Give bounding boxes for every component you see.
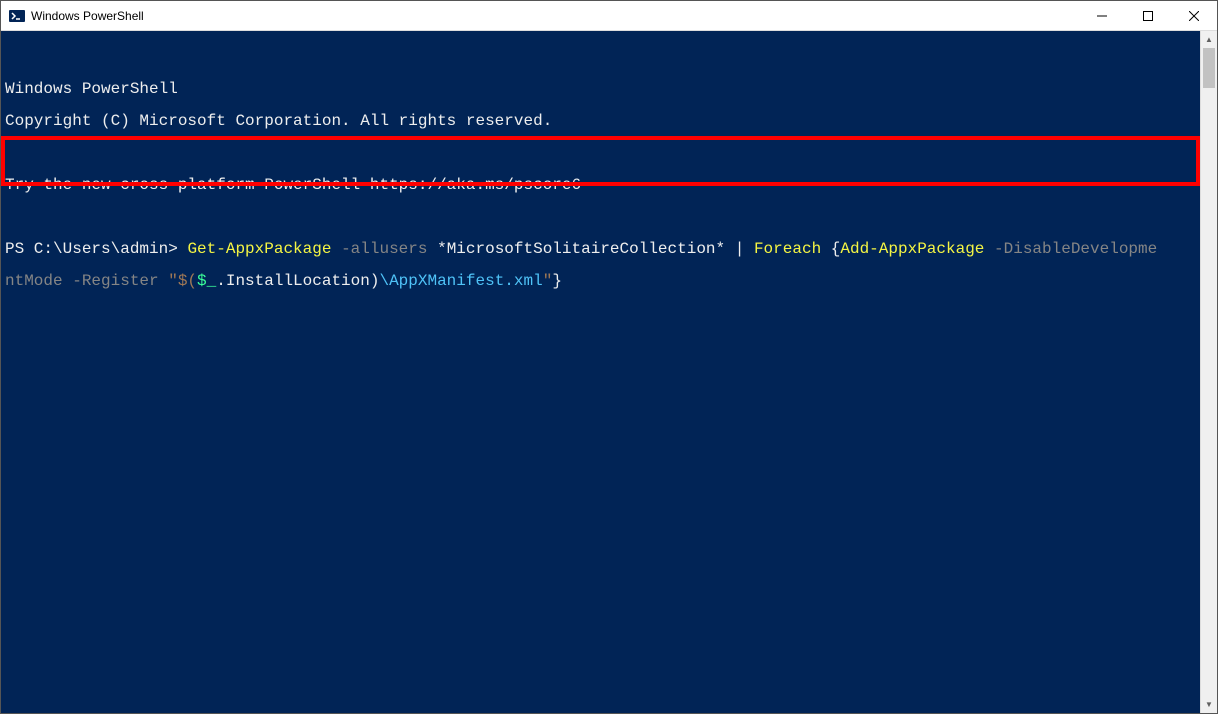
vertical-scrollbar[interactable]: ▲ ▼ bbox=[1200, 31, 1217, 713]
powershell-window: Windows PowerShell Windows PowerShell Co… bbox=[0, 0, 1218, 714]
powershell-icon bbox=[9, 8, 25, 24]
pipe: | bbox=[725, 240, 754, 258]
path: \AppXManifest.xml bbox=[379, 272, 542, 290]
cmdlet: Get-AppxPackage bbox=[187, 240, 331, 258]
arg: *MicrosoftSolitaireCollection* bbox=[427, 240, 725, 258]
property: .InstallLocation) bbox=[216, 272, 379, 290]
window-controls bbox=[1079, 1, 1217, 30]
param-wrap: ntMode bbox=[5, 272, 63, 290]
variable: $_ bbox=[197, 272, 216, 290]
scroll-up-icon[interactable]: ▲ bbox=[1201, 31, 1217, 48]
terminal-output: Windows PowerShell Copyright (C) Microso… bbox=[1, 63, 1200, 321]
cmdlet: Foreach bbox=[754, 240, 821, 258]
scroll-down-icon[interactable]: ▼ bbox=[1201, 696, 1217, 713]
scroll-track[interactable] bbox=[1201, 48, 1217, 696]
string-open: "$( bbox=[159, 272, 197, 290]
brace: { bbox=[821, 240, 840, 258]
content-area: Windows PowerShell Copyright (C) Microso… bbox=[1, 31, 1217, 713]
terminal-command-line1: PS C:\Users\admin> Get-AppxPackage -allu… bbox=[5, 241, 1200, 257]
cmdlet: Add-AppxPackage bbox=[840, 240, 984, 258]
terminal[interactable]: Windows PowerShell Copyright (C) Microso… bbox=[1, 31, 1200, 713]
terminal-line: Windows PowerShell bbox=[5, 81, 1200, 97]
param: -allusers bbox=[331, 240, 427, 258]
scroll-thumb[interactable] bbox=[1203, 48, 1215, 88]
window-title: Windows PowerShell bbox=[31, 9, 1079, 23]
terminal-blank bbox=[5, 145, 1200, 161]
minimize-button[interactable] bbox=[1079, 1, 1125, 30]
maximize-button[interactable] bbox=[1125, 1, 1171, 30]
titlebar[interactable]: Windows PowerShell bbox=[1, 1, 1217, 31]
terminal-command-line2: ntMode -Register "$($_.InstallLocation)\… bbox=[5, 273, 1200, 289]
terminal-blank bbox=[5, 209, 1200, 225]
param: -DisableDevelopme bbox=[984, 240, 1157, 258]
param: -Register bbox=[63, 272, 159, 290]
string-close: " bbox=[543, 272, 553, 290]
terminal-line: Copyright (C) Microsoft Corporation. All… bbox=[5, 113, 1200, 129]
prompt: PS C:\Users\admin> bbox=[5, 240, 187, 258]
brace-close: } bbox=[552, 272, 562, 290]
close-button[interactable] bbox=[1171, 1, 1217, 30]
terminal-line: Try the new cross-platform PowerShell ht… bbox=[5, 177, 1200, 193]
